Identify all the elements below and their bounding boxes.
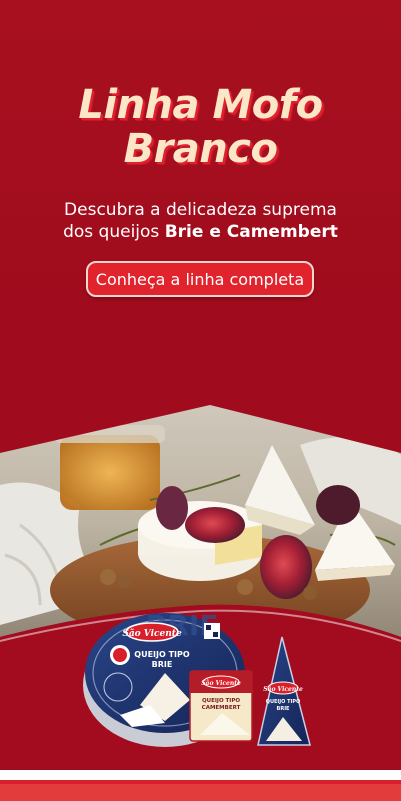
bottom-stripe-white (0, 770, 401, 780)
round-pack-brand: São Vicente (122, 628, 182, 639)
bottom-band (0, 784, 401, 801)
subtitle-line-1: Descubra a delicadeza suprema (64, 200, 337, 220)
subtitle-line-2-prefix: dos queijos (63, 222, 165, 242)
round-pack-label-1: QUEIJO TIPO (134, 650, 190, 659)
product-photo: BRIE São Vicente QUEIJO TIPO BRIE São Vi… (0, 405, 401, 801)
wedge-pack-label-2: BRIE (277, 706, 291, 712)
camembert-pack-label-2: CAMEMBERT (202, 705, 241, 711)
promo-banner: Linha Mofo Branco Descubra a delicadeza … (0, 0, 401, 801)
bottom-stripe-red (0, 780, 401, 784)
wedge-pack-brand: São Vicente (263, 686, 303, 693)
camembert-pack-brand: São Vicente (201, 680, 241, 687)
camembert-pack-label-1: QUEIJO TIPO (202, 698, 240, 704)
cheese-scene-illustration: BRIE São Vicente QUEIJO TIPO BRIE São Vi… (0, 405, 401, 801)
headline-line-2: Branco (123, 126, 278, 172)
wedge-pack-label-1: QUEIJO TIPO (266, 699, 301, 705)
cta-button[interactable]: Conheça a linha completa (86, 261, 314, 297)
headline-line-1: Linha Mofo (78, 82, 323, 128)
subtitle-line-2-bold: Brie e Camembert (164, 222, 338, 242)
round-pack-label-2: BRIE (152, 660, 173, 669)
subtitle-line-2: dos queijos Brie e Camembert (0, 221, 401, 243)
camembert-package: São Vicente QUEIJO TIPO CAMEMBERT (189, 670, 253, 742)
